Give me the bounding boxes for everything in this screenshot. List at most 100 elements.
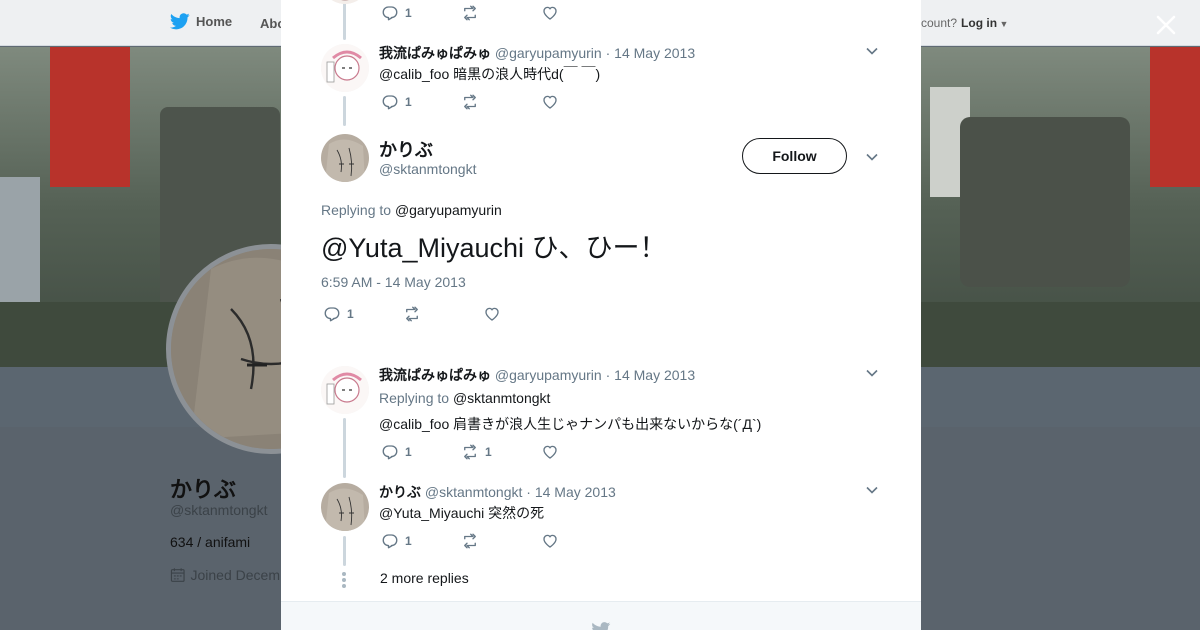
retweet-icon [464, 94, 476, 110]
replying-to: Replying to @sktanmtongkt [379, 390, 550, 406]
retweet-button[interactable] [461, 93, 541, 111]
modal-footer [281, 601, 921, 630]
tweet-date[interactable]: 14 May 2013 [614, 45, 695, 61]
account-prompt: ccount? Log in ▼ [915, 16, 1008, 30]
heart-icon [543, 534, 557, 548]
reply-button[interactable]: 1 [381, 4, 461, 22]
retweet-icon [464, 5, 476, 21]
like-button[interactable] [483, 305, 501, 323]
chevron-down-icon [866, 369, 878, 377]
tweet-header: 我流ぱみゅぱみゅ @garyupamyurin · 14 May 2013 [379, 43, 695, 63]
author-handle[interactable]: @sktanmtongkt [379, 161, 476, 177]
close-modal-button[interactable] [1153, 12, 1179, 38]
retweet-button[interactable]: 1 [461, 443, 541, 461]
joined-label: Joined Decem [190, 567, 281, 583]
avatar[interactable] [321, 44, 369, 92]
reply-icon [382, 6, 398, 21]
twitter-bird-icon [592, 622, 611, 630]
replying-to: Replying to @garyupamyurin [321, 202, 502, 218]
avatar[interactable] [321, 134, 369, 182]
tweet-header: 我流ぱみゅぱみゅ @garyupamyurin · 14 May 2013 [379, 365, 695, 385]
like-button[interactable] [541, 443, 559, 461]
retweet-icon [406, 306, 418, 322]
like-button[interactable] [541, 93, 559, 111]
follow-button[interactable]: Follow [742, 138, 847, 174]
author-name[interactable]: 我流ぱみゅぱみゅ [379, 367, 491, 383]
thread-connector [343, 96, 346, 126]
dropdown-caret-icon: ▼ [997, 19, 1009, 29]
avatar[interactable] [321, 366, 369, 414]
tweet-text: @Yuta_Miyauchi 突然の死 [379, 505, 545, 521]
tweet-date[interactable]: 14 May 2013 [535, 484, 616, 500]
like-button[interactable] [541, 532, 559, 550]
author-handle[interactable]: @garyupamyurin [495, 45, 602, 61]
tweet-actions: 1 [323, 304, 501, 324]
tweet-menu-caret[interactable] [865, 44, 879, 58]
retweet-icon [464, 533, 476, 549]
reply-button[interactable]: 1 [381, 532, 461, 550]
reply-icon [382, 534, 398, 549]
author-name[interactable]: 我流ぱみゅぱみゅ [379, 45, 491, 61]
retweet-count: 1 [485, 445, 492, 459]
profile-joined-date: Joined Decem [170, 567, 280, 583]
tweet-text: @calib_foo 肩書きが浪人生じゃナンパも出来ないからな(´Д`) [379, 416, 762, 432]
tweet-actions: 1 [381, 92, 559, 112]
tweet-timestamp[interactable]: 6:59 AM - 14 May 2013 [321, 274, 466, 290]
login-link[interactable]: Log in ▼ [961, 16, 1008, 30]
like-button[interactable] [541, 4, 559, 22]
heart-icon [543, 6, 557, 20]
author-handle[interactable]: @sktanmtongkt [425, 484, 522, 500]
profile-bio: 634 / anifami [170, 534, 251, 550]
tweet-actions: 1 [381, 3, 559, 23]
separator: · [605, 367, 611, 383]
account-text: ccount? [915, 16, 958, 30]
reply-count: 1 [405, 534, 412, 548]
retweet-button[interactable] [461, 4, 541, 22]
reply-count: 1 [347, 307, 354, 321]
profile-name: かりぶ [170, 477, 237, 502]
heart-icon [543, 95, 557, 109]
home-link[interactable]: Home [170, 13, 232, 30]
separator: · [605, 45, 611, 61]
calendar-icon [170, 568, 185, 582]
avatar[interactable] [321, 483, 369, 531]
tweet-date[interactable]: 14 May 2013 [614, 367, 695, 383]
reply-count: 1 [405, 6, 412, 20]
tweet-menu-caret[interactable] [865, 483, 879, 497]
close-icon [1156, 15, 1176, 35]
thread-connector [343, 536, 346, 566]
chevron-down-icon [866, 486, 878, 494]
author-handle[interactable]: @garyupamyurin [495, 367, 602, 383]
tweet-thread-modal: 1 我流ぱみゅぱみゅ @garyupamyurin · 14 May 2013 … [281, 0, 921, 630]
tweet-actions: 1 1 [381, 442, 559, 462]
tweet-actions: 1 [381, 531, 559, 551]
replying-prefix: Replying to [321, 202, 392, 218]
tweet-menu-caret[interactable] [865, 366, 879, 380]
reply-button[interactable]: 1 [323, 305, 403, 323]
separator: · [526, 484, 531, 500]
heart-icon [543, 445, 557, 459]
thread-connector [343, 0, 346, 40]
replying-mention[interactable]: @sktanmtongkt [453, 390, 550, 406]
thread-connector [343, 418, 346, 478]
profile-handle: @sktanmtongkt [170, 502, 268, 518]
reply-count: 1 [405, 95, 412, 109]
tweet-menu-caret[interactable] [865, 150, 879, 164]
more-replies-link[interactable]: 2 more replies [380, 570, 469, 586]
twitter-bird-icon [170, 13, 190, 30]
chevron-down-icon [866, 153, 878, 161]
reply-button[interactable]: 1 [381, 93, 461, 111]
tweet-text: @Yuta_Miyauchi ひ、ひー！ [321, 233, 667, 263]
replying-mention[interactable]: @garyupamyurin [395, 202, 502, 218]
retweet-button[interactable] [403, 305, 483, 323]
reply-icon [382, 95, 398, 110]
retweet-button[interactable] [461, 532, 541, 550]
tweet-text: @calib_foo 暗黒の浪人時代d(￣ ￣) [379, 66, 601, 82]
avatar[interactable] [321, 0, 369, 4]
reply-button[interactable]: 1 [381, 443, 461, 461]
reply-count: 1 [405, 445, 412, 459]
author-name[interactable]: かりぶ [379, 136, 433, 162]
heart-icon [485, 307, 499, 321]
retweet-icon [464, 444, 476, 460]
author-name[interactable]: かりぶ [379, 484, 421, 500]
